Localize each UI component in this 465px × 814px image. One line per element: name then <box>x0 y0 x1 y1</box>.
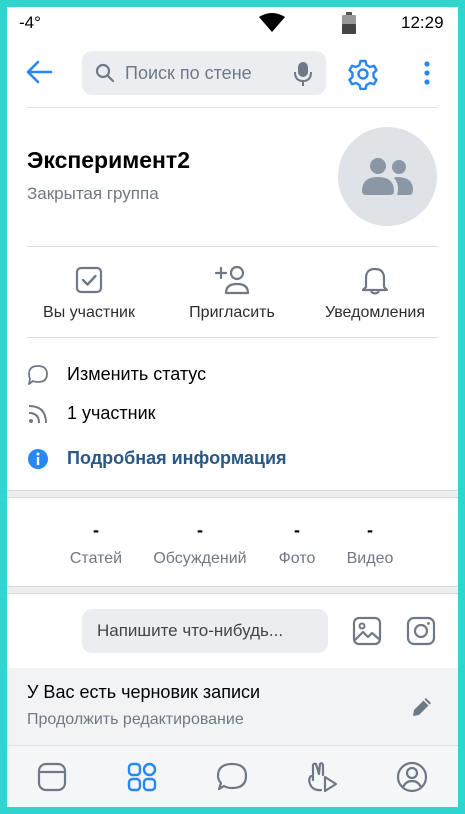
image-icon <box>352 616 382 646</box>
divider <box>27 107 438 108</box>
users-icon <box>362 158 413 195</box>
counter-videos[interactable]: - Видео <box>320 520 420 568</box>
search-input[interactable]: Поиск по стене <box>82 51 326 95</box>
section-separator <box>7 490 458 498</box>
group-avatar[interactable] <box>338 127 437 226</box>
microphone-icon[interactable] <box>294 61 312 87</box>
post-composer-placeholder: Напишите что-нибудь... <box>97 621 284 640</box>
info-icon <box>28 449 48 469</box>
top-bar: Поиск по стене <box>7 47 458 99</box>
counter-articles-label: Статей <box>69 550 123 567</box>
counter-discussions[interactable]: - Обсуждений <box>150 520 250 568</box>
section-separator <box>7 586 458 594</box>
temperature-readout: -4° <box>19 13 41 32</box>
attach-photo-button[interactable] <box>352 616 382 651</box>
arrow-left-icon <box>26 60 53 84</box>
counter-discussions-label: Обсуждений <box>153 550 247 567</box>
checkbox-checked-icon <box>75 266 103 294</box>
rss-icon <box>28 405 47 424</box>
details-link[interactable]: Подробная информация <box>27 446 317 472</box>
search-placeholder: Поиск по стене <box>125 63 252 83</box>
more-button[interactable] <box>417 58 437 93</box>
camera-button[interactable] <box>406 616 436 651</box>
bottom-navigation <box>7 745 458 807</box>
members-count: 1 участник <box>67 403 156 423</box>
change-status-row[interactable]: Изменить статус <box>27 362 287 388</box>
nav-news[interactable] <box>35 760 69 794</box>
pencil-icon[interactable] <box>409 694 435 720</box>
profile-icon <box>396 761 428 793</box>
invite-button[interactable]: Пригласить <box>162 262 302 332</box>
messages-icon <box>216 762 248 791</box>
clips-icon <box>308 762 338 793</box>
nav-messages[interactable] <box>215 760 249 794</box>
draft-banner[interactable]: У Вас есть черновик записи Продолжить ре… <box>7 668 458 745</box>
notifications-label: Уведомления <box>324 304 426 321</box>
search-icon <box>95 63 115 83</box>
services-icon <box>127 762 157 792</box>
notifications-button[interactable]: Уведомления <box>305 262 445 332</box>
bell-icon <box>361 267 389 295</box>
member-status-label: Вы участник <box>43 304 135 321</box>
counter-articles[interactable]: - Статей <box>46 520 146 568</box>
news-icon <box>37 762 67 792</box>
battery-icon <box>342 12 356 39</box>
counter-discussions-value: - <box>197 520 203 540</box>
counter-articles-value: - <box>93 520 99 540</box>
comment-icon <box>28 365 48 385</box>
settings-button[interactable] <box>347 58 379 95</box>
group-name: Эксперимент2 <box>27 147 190 173</box>
status-bar: -4° 12:29 <box>7 7 458 39</box>
nav-services[interactable] <box>125 760 159 794</box>
add-person-icon <box>214 265 250 295</box>
details-label: Подробная информация <box>67 448 287 468</box>
camera-icon <box>406 616 436 646</box>
gear-icon <box>348 59 378 91</box>
counter-videos-label: Видео <box>346 550 394 567</box>
wifi-icon <box>259 13 285 38</box>
more-vertical-icon <box>424 61 430 85</box>
divider <box>27 246 438 247</box>
invite-label: Пригласить <box>189 304 275 321</box>
screen: -4° 12:29 Поиск по стене Эксперимент2 За… <box>7 7 458 807</box>
members-row[interactable]: 1 участник <box>27 401 227 427</box>
back-button[interactable] <box>25 59 57 87</box>
nav-clips[interactable] <box>305 760 339 794</box>
nav-profile[interactable] <box>395 760 429 794</box>
post-composer-input[interactable]: Напишите что-нибудь... <box>82 609 328 653</box>
counter-videos-value: - <box>367 520 373 540</box>
draft-title: У Вас есть черновик записи <box>27 682 261 702</box>
change-status-label: Изменить статус <box>67 364 207 384</box>
clock: 12:29 <box>401 13 444 32</box>
draft-subtitle: Продолжить редактирование <box>27 711 244 728</box>
divider <box>27 337 438 338</box>
group-type: Закрытая группа <box>27 184 159 203</box>
member-status-button[interactable]: Вы участник <box>19 262 159 332</box>
